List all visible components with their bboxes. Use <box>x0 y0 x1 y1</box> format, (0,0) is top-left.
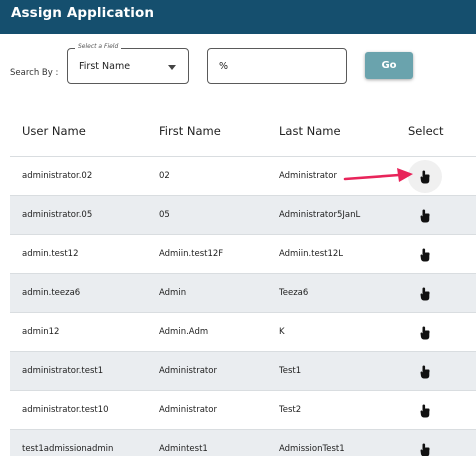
cell-user-name: admin.teeza6 <box>22 288 81 298</box>
hand-pointer-icon <box>420 326 430 340</box>
search-by-label: Search By : <box>10 68 59 78</box>
cell-last-name: Admiin.test12L <box>279 249 344 259</box>
table-row: admin.test12 Admiin.test12F Admiin.test1… <box>10 234 476 273</box>
hand-pointer-icon <box>420 209 430 223</box>
go-button[interactable]: Go <box>365 52 413 79</box>
hand-pointer-icon <box>420 287 430 301</box>
cell-user-name: administrator.05 <box>22 210 93 220</box>
cell-last-name: Test2 <box>279 405 302 415</box>
select-button[interactable] <box>414 206 436 226</box>
column-header-last-name: Last Name <box>279 124 341 138</box>
cell-first-name: Administrator <box>159 366 217 376</box>
cell-last-name: Administrator5JanL <box>279 210 361 220</box>
column-header-user-name: User Name <box>22 124 86 138</box>
select-button[interactable] <box>414 440 436 456</box>
field-select-legend: Select a Field <box>75 43 122 50</box>
cell-user-name: administrator.02 <box>22 171 93 181</box>
cell-last-name: AdmissionTest1 <box>279 444 345 454</box>
cell-user-name: administrator.test1 <box>22 366 104 376</box>
column-header-select: Select <box>408 124 444 138</box>
cell-last-name: Test1 <box>279 366 302 376</box>
hand-pointer-icon <box>420 170 430 183</box>
cell-first-name: Admin.Adm <box>159 327 209 337</box>
select-button[interactable] <box>414 323 436 343</box>
hand-pointer-icon <box>420 248 430 262</box>
cell-first-name: 05 <box>159 210 170 220</box>
caret-down-icon <box>168 65 176 70</box>
page-title: Assign Application <box>11 5 155 21</box>
hand-pointer-icon <box>420 365 430 379</box>
select-button[interactable] <box>414 401 436 421</box>
table-row: test1admissionadmin Admintest1 Admission… <box>10 429 476 456</box>
select-button[interactable] <box>414 245 436 265</box>
arrow-right-icon <box>343 168 413 182</box>
cell-last-name: K <box>279 327 285 337</box>
table-row: administrator.test1 Administrator Test1 <box>10 351 476 390</box>
hand-pointer-icon <box>420 443 430 456</box>
search-input[interactable] <box>207 48 347 84</box>
cell-first-name: 02 <box>159 171 170 181</box>
cell-user-name: test1admissionadmin <box>22 444 114 454</box>
table-row: admin.teeza6 Admin Teeza6 <box>10 273 476 312</box>
cell-user-name: admin12 <box>22 327 60 337</box>
cell-last-name: Teeza6 <box>279 288 309 298</box>
cell-first-name: Admin <box>159 288 187 298</box>
app-header: Assign Application <box>0 0 476 34</box>
cell-first-name: Admiin.test12F <box>159 249 224 259</box>
select-button[interactable] <box>414 362 436 382</box>
cell-user-name: administrator.test10 <box>22 405 109 415</box>
table-row: administrator.05 05 Administrator5JanL <box>10 195 476 234</box>
column-header-first-name: First Name <box>159 124 221 138</box>
select-button[interactable] <box>414 284 436 304</box>
table-row: administrator.test10 Administrator Test2 <box>10 390 476 429</box>
table-row: admin12 Admin.Adm K <box>10 312 476 351</box>
cell-user-name: admin.test12 <box>22 249 79 259</box>
field-select-dropdown[interactable]: Select a Field First Name <box>67 43 189 84</box>
hand-pointer-icon <box>420 404 430 418</box>
cell-first-name: Admintest1 <box>159 444 208 454</box>
cell-first-name: Administrator <box>159 405 217 415</box>
field-select-value: First Name <box>79 61 131 72</box>
